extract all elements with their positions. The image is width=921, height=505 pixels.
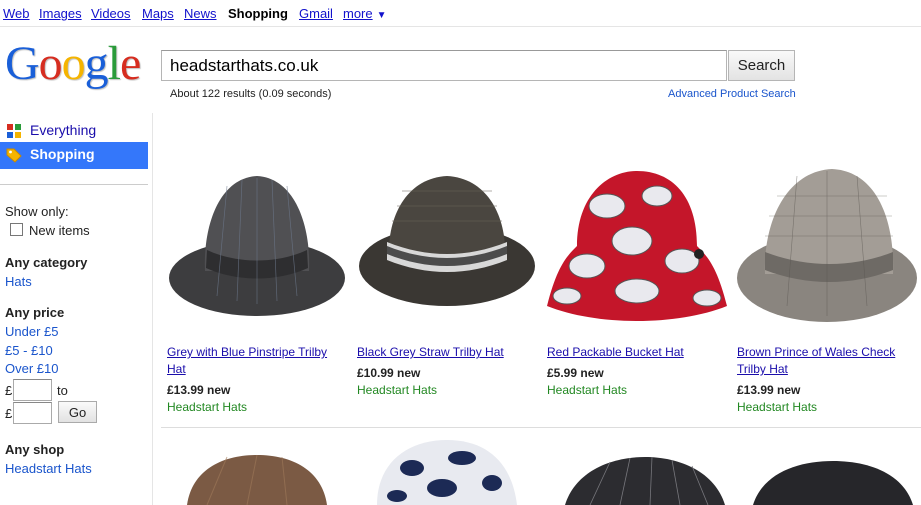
nav-gmail-link[interactable]: Gmail: [299, 6, 333, 21]
price-link-under-5[interactable]: Under £5: [5, 324, 58, 339]
search-input[interactable]: [161, 50, 727, 81]
sidebar-mode-everything[interactable]: Everything: [0, 118, 148, 144]
nav-shopping-current: Shopping: [228, 6, 288, 21]
product-image[interactable]: [748, 458, 918, 505]
logo-letter: e: [120, 37, 141, 90]
product-image[interactable]: [357, 166, 537, 336]
product-price: £13.99 new: [167, 383, 231, 397]
new-items-label: New items: [29, 223, 90, 238]
mode-label: Shopping: [30, 146, 95, 162]
logo-letter: l: [107, 37, 121, 90]
nav-more-label: more: [343, 6, 373, 21]
top-nav-bar: Web Images Videos Maps News Shopping Gma…: [0, 0, 921, 27]
everything-icon: [7, 124, 21, 138]
product-image[interactable]: [167, 445, 347, 505]
product-image[interactable]: [560, 452, 730, 505]
logo-letter: o: [38, 37, 63, 90]
google-logo[interactable]: Google: [5, 37, 141, 90]
product-price: £10.99 new: [357, 366, 421, 380]
result-stats: About 122 results (0.09 seconds): [170, 88, 332, 100]
advanced-product-search-link[interactable]: Advanced Product Search: [668, 88, 796, 100]
product-shop: Headstart Hats: [357, 383, 438, 397]
product-image[interactable]: [547, 166, 727, 336]
logo-letter: g: [84, 37, 109, 90]
new-items-checkbox[interactable]: [10, 223, 23, 236]
product-title-link[interactable]: Black Grey Straw Trilby Hat: [357, 344, 527, 361]
nav-images-link[interactable]: Images: [39, 6, 82, 21]
product-title-link[interactable]: Red Packable Bucket Hat: [547, 344, 717, 361]
nav-videos-link[interactable]: Videos: [91, 6, 131, 21]
price-go-button[interactable]: Go: [58, 401, 97, 423]
currency-symbol: £: [5, 383, 13, 398]
to-label: to: [57, 383, 68, 398]
category-heading: Any category: [5, 255, 88, 270]
product-shop: Headstart Hats: [547, 383, 628, 397]
product-image[interactable]: [737, 166, 917, 336]
product-image[interactable]: [372, 438, 522, 505]
nav-maps-link[interactable]: Maps: [142, 6, 174, 21]
max-price-input[interactable]: [13, 402, 52, 424]
product-title-link[interactable]: Grey with Blue Pinstripe Trilby Hat: [167, 344, 337, 378]
product-title-link[interactable]: Brown Prince of Wales Check Trilby Hat: [737, 344, 907, 378]
product-price: £5.99 new: [547, 366, 604, 380]
min-price-input[interactable]: [13, 379, 52, 401]
nav-web-link[interactable]: Web: [3, 6, 30, 21]
nav-news-link[interactable]: News: [184, 6, 217, 21]
shop-link-headstart-hats[interactable]: Headstart Hats: [5, 461, 92, 476]
logo-letter: o: [61, 37, 86, 90]
product-price: £13.99 new: [737, 383, 801, 397]
price-link-5-10[interactable]: £5 - £10: [5, 343, 53, 358]
product-shop: Headstart Hats: [737, 400, 818, 414]
nav-more-menu[interactable]: more ▼: [343, 6, 387, 21]
price-heading: Any price: [5, 305, 65, 320]
search-button[interactable]: Search: [728, 50, 795, 81]
left-sidebar: Everything Shopping Show only: New items…: [0, 113, 153, 505]
category-link-hats[interactable]: Hats: [5, 274, 32, 289]
sidebar-mode-shopping[interactable]: Shopping: [0, 142, 148, 169]
mode-label: Everything: [30, 122, 97, 138]
logo-letter: G: [5, 37, 40, 90]
product-shop: Headstart Hats: [167, 400, 248, 414]
price-link-over-10[interactable]: Over £10: [5, 361, 58, 376]
divider: [0, 184, 148, 185]
shop-heading: Any shop: [5, 442, 65, 457]
caret-down-icon: ▼: [376, 10, 387, 21]
shopping-tag-icon: [6, 148, 22, 163]
product-image[interactable]: [167, 166, 347, 336]
show-only-label: Show only:: [5, 204, 69, 219]
currency-symbol: £: [5, 406, 13, 421]
row-divider: [161, 427, 921, 428]
